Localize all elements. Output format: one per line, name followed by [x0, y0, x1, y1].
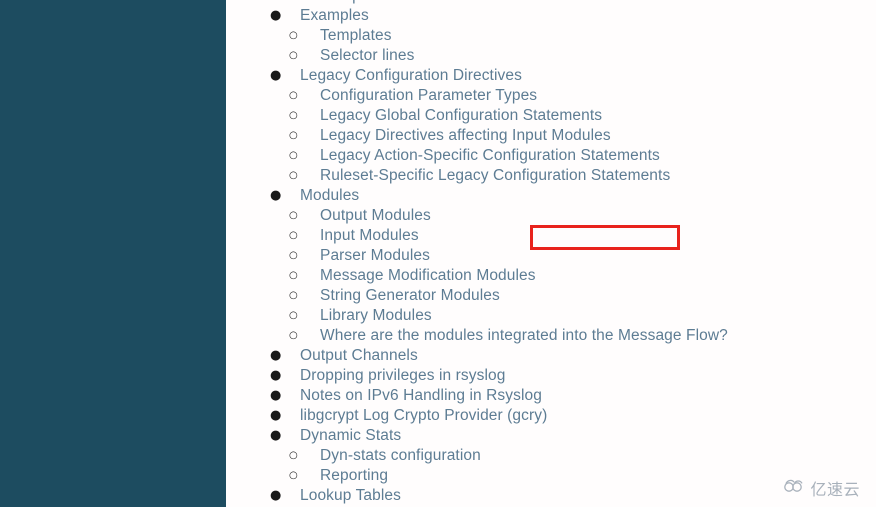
toc-item[interactable]: Lookup Tables	[226, 486, 876, 506]
toc-item[interactable]: Modules	[226, 186, 876, 206]
toc-item-link[interactable]: Dynamic Stats	[300, 426, 401, 446]
table-of-contents-list: SampleExamplesTemplatesSelector linesLeg…	[226, 0, 876, 506]
toc-item-link[interactable]: Lookup Tables	[300, 486, 401, 506]
toc-item-link[interactable]: Dropping privileges in rsyslog	[300, 366, 505, 386]
toc-item-link[interactable]: Where are the modules integrated into th…	[320, 326, 728, 346]
toc-item-link[interactable]: Selector lines	[320, 46, 414, 66]
circle-bullet-icon	[289, 246, 298, 266]
disc-bullet-icon	[270, 386, 281, 406]
watermark: 亿速云	[783, 476, 860, 500]
circle-bullet-icon	[289, 86, 298, 106]
toc-item-link[interactable]: libgcrypt Log Crypto Provider (gcry)	[300, 406, 547, 426]
disc-bullet-icon	[270, 366, 281, 386]
toc-item[interactable]: Dyn-stats configuration	[226, 446, 876, 466]
toc-item-link[interactable]: Examples	[300, 6, 369, 26]
circle-bullet-icon	[289, 466, 298, 486]
toc-item-link[interactable]: Parser Modules	[320, 246, 430, 266]
toc-item[interactable]: Configuration Parameter Types	[226, 86, 876, 106]
circle-bullet-icon	[289, 446, 298, 466]
circle-bullet-icon	[289, 326, 298, 346]
toc-item[interactable]: Templates	[226, 26, 876, 46]
disc-bullet-icon	[270, 406, 281, 426]
toc-item[interactable]: Library Modules	[226, 306, 876, 326]
circle-bullet-icon	[289, 226, 298, 246]
circle-bullet-icon	[289, 286, 298, 306]
toc-item-link[interactable]: Configuration Parameter Types	[320, 86, 537, 106]
toc-item[interactable]: Output Modules	[226, 206, 876, 226]
toc-item[interactable]: Examples	[226, 6, 876, 26]
disc-bullet-icon	[270, 186, 281, 206]
toc-item-link[interactable]: Dyn-stats configuration	[320, 446, 481, 466]
toc-item[interactable]: Message Modification Modules	[226, 266, 876, 286]
circle-bullet-icon	[289, 26, 298, 46]
disc-bullet-icon	[270, 6, 281, 26]
disc-bullet-icon	[270, 426, 281, 446]
toc-item-link[interactable]: Reporting	[320, 466, 388, 486]
circle-bullet-icon	[289, 146, 298, 166]
toc-item[interactable]: Dynamic Stats	[226, 426, 876, 446]
page-root: SampleExamplesTemplatesSelector linesLeg…	[0, 0, 876, 507]
circle-bullet-icon	[289, 126, 298, 146]
toc-item[interactable]: String Generator Modules	[226, 286, 876, 306]
toc-item[interactable]: Output Channels	[226, 346, 876, 366]
toc-item-link[interactable]: Legacy Directives affecting Input Module…	[320, 126, 611, 146]
circle-bullet-icon	[289, 46, 298, 66]
toc-item[interactable]: Legacy Directives affecting Input Module…	[226, 126, 876, 146]
toc-item-link[interactable]: Legacy Action-Specific Configuration Sta…	[320, 146, 660, 166]
circle-bullet-icon	[289, 166, 298, 186]
circle-bullet-icon	[289, 206, 298, 226]
toc-item-link[interactable]: Legacy Configuration Directives	[300, 66, 522, 86]
toc-item-link[interactable]: Modules	[300, 186, 359, 206]
toc-item-link[interactable]: Notes on IPv6 Handling in Rsyslog	[300, 386, 542, 406]
toc-item[interactable]: Input Modules	[226, 226, 876, 246]
toc-item-link[interactable]: Output Channels	[300, 346, 418, 366]
toc-item[interactable]: Legacy Global Configuration Statements	[226, 106, 876, 126]
toc-item[interactable]: Legacy Configuration Directives	[226, 66, 876, 86]
toc-item-link[interactable]: String Generator Modules	[320, 286, 500, 306]
cloud-icon	[783, 478, 805, 498]
toc-item[interactable]: libgcrypt Log Crypto Provider (gcry)	[226, 406, 876, 426]
toc-item-link[interactable]: Templates	[320, 26, 392, 46]
toc-item[interactable]: Reporting	[226, 466, 876, 486]
toc-item-link[interactable]: Library Modules	[320, 306, 432, 326]
circle-bullet-icon	[289, 106, 298, 126]
watermark-text: 亿速云	[810, 480, 860, 499]
toc-item-link[interactable]: Message Modification Modules	[320, 266, 536, 286]
toc-item-link[interactable]: Legacy Global Configuration Statements	[320, 106, 602, 126]
toc-item[interactable]: Legacy Action-Specific Configuration Sta…	[226, 146, 876, 166]
disc-bullet-icon	[270, 66, 281, 86]
disc-bullet-icon	[270, 346, 281, 366]
toc-item[interactable]: Parser Modules	[226, 246, 876, 266]
toc-item[interactable]: Notes on IPv6 Handling in Rsyslog	[226, 386, 876, 406]
circle-bullet-icon	[289, 306, 298, 326]
disc-bullet-icon	[270, 486, 281, 506]
content-area: SampleExamplesTemplatesSelector linesLeg…	[226, 0, 876, 507]
toc-item[interactable]: Dropping privileges in rsyslog	[226, 366, 876, 386]
toc-item[interactable]: Selector lines	[226, 46, 876, 66]
toc-item-link[interactable]: Output Modules	[320, 206, 431, 226]
toc-item[interactable]: Where are the modules integrated into th…	[226, 326, 876, 346]
left-sidebar-panel	[0, 0, 226, 507]
toc-item-link[interactable]: Ruleset-Specific Legacy Configuration St…	[320, 166, 670, 186]
toc-item-link-highlighted[interactable]: Input Modules	[320, 226, 419, 246]
circle-bullet-icon	[289, 266, 298, 286]
toc-item[interactable]: Ruleset-Specific Legacy Configuration St…	[226, 166, 876, 186]
